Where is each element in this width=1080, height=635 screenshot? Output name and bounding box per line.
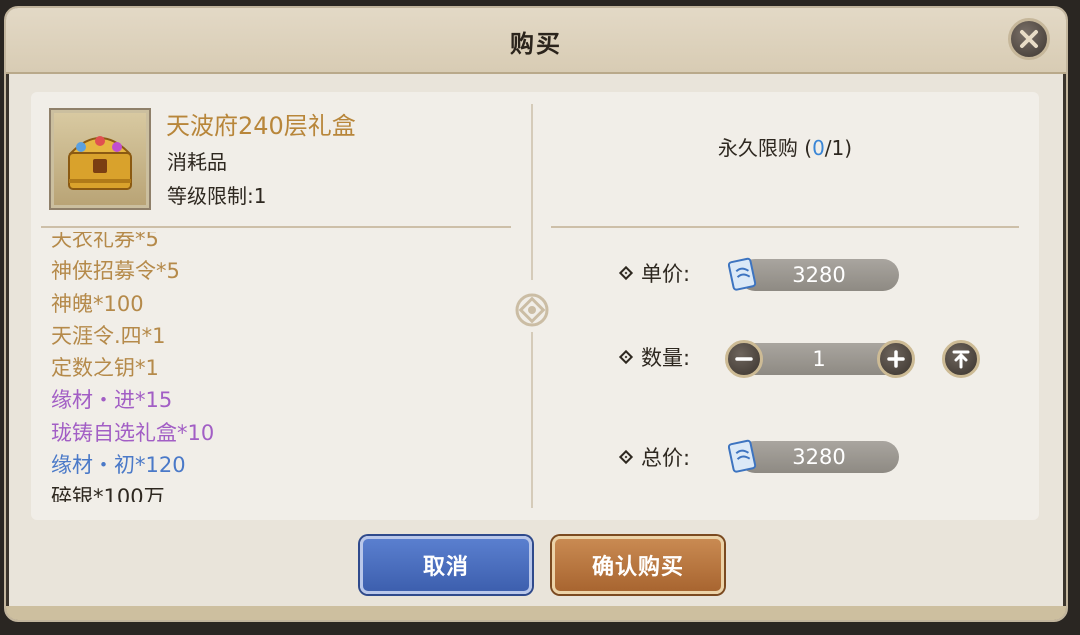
item-type: 消耗品 bbox=[167, 150, 227, 174]
decrease-quantity-button[interactable] bbox=[725, 340, 763, 378]
vertical-divider bbox=[531, 332, 533, 508]
plus-icon bbox=[887, 350, 905, 368]
max-quantity-button[interactable] bbox=[942, 340, 980, 378]
vertical-divider bbox=[531, 104, 533, 280]
item-name: 天波府240层礼盒 bbox=[166, 112, 356, 140]
purchase-limit-current: 0 bbox=[812, 136, 825, 160]
list-item: 缘材・初*120 bbox=[51, 453, 186, 478]
close-button[interactable] bbox=[1008, 18, 1050, 60]
bottom-border bbox=[6, 606, 1066, 620]
content-panel: 天波府240层礼盒 消耗品 等级限制:1 天衣礼券*5 神侠招募令*5 神魄*1… bbox=[31, 92, 1039, 520]
list-item: 天衣礼券*5 bbox=[51, 232, 159, 251]
diamond-bullet-icon bbox=[618, 449, 634, 465]
total-price-value: 3280 bbox=[739, 441, 899, 473]
list-item: 缘材・进*15 bbox=[51, 388, 173, 413]
total-price-label: 总价: bbox=[618, 442, 690, 472]
horizontal-divider bbox=[41, 226, 511, 228]
quantity-label: 数量: bbox=[618, 342, 690, 372]
list-item: 珑铸自选礼盒*10 bbox=[51, 420, 215, 445]
unit-price-label: 单价: bbox=[618, 258, 690, 288]
purchase-limit: 永久限购 (0/1) bbox=[717, 136, 853, 160]
purchase-limit-label: 永久限购 bbox=[717, 136, 798, 160]
close-icon bbox=[1020, 30, 1038, 48]
reward-list[interactable]: 天衣礼券*5 神侠招募令*5 神魄*100 天涯令.四*1 定数之钥*1 缘材・… bbox=[51, 232, 521, 502]
list-item: 碎银*100万 bbox=[51, 485, 165, 502]
purchase-limit-max: 1 bbox=[831, 136, 845, 160]
max-arrow-icon bbox=[952, 350, 970, 369]
increase-quantity-button[interactable] bbox=[877, 340, 915, 378]
diamond-bullet-icon bbox=[618, 265, 634, 281]
voucher-scroll-icon bbox=[728, 257, 757, 291]
title-bar: 购买 bbox=[6, 8, 1066, 74]
voucher-scroll-icon bbox=[728, 439, 757, 473]
item-level-limit: 等级限制:1 bbox=[167, 184, 267, 208]
dialog-title: 购买 bbox=[510, 30, 562, 58]
list-item: 天涯令.四*1 bbox=[51, 323, 166, 348]
purchase-dialog: 购买 天波府240层礼盒 消耗品 等级限制:1 天衣礼券*5 神侠招募令*5 神… bbox=[4, 6, 1068, 622]
quantity-value: 1 bbox=[812, 347, 826, 371]
minus-icon bbox=[735, 357, 753, 361]
confirm-purchase-button[interactable]: 确认购买 bbox=[552, 536, 724, 594]
list-item: 神侠招募令*5 bbox=[51, 259, 180, 284]
unit-price-value: 3280 bbox=[739, 259, 899, 291]
list-item: 定数之钥*1 bbox=[51, 356, 159, 381]
horizontal-divider bbox=[551, 226, 1019, 228]
treasure-chest-icon bbox=[68, 136, 132, 190]
cancel-button[interactable]: 取消 bbox=[360, 536, 532, 594]
diamond-bullet-icon bbox=[618, 349, 634, 365]
list-item: 神魄*100 bbox=[51, 291, 144, 316]
item-icon-frame[interactable] bbox=[49, 108, 151, 210]
